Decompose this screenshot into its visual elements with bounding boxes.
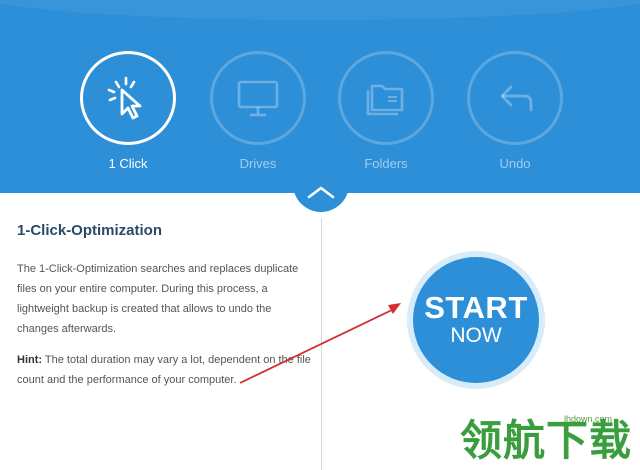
tab-undo[interactable]: Undo <box>465 51 565 171</box>
header-wave-decoration <box>0 0 640 20</box>
tab-circle <box>80 51 176 145</box>
tab-label: 1 Click <box>108 156 148 171</box>
folders-icon <box>366 84 404 116</box>
description-text: The 1-Click-Optimization searches and re… <box>17 263 299 335</box>
start-label: START <box>424 290 528 325</box>
annotation-arrow-head <box>388 303 401 314</box>
tab-circle <box>338 51 434 145</box>
hint-body: The total duration may vary a lot, depen… <box>17 354 311 386</box>
tab-label: Undo <box>499 156 531 171</box>
start-now-button[interactable]: START NOW <box>413 257 539 383</box>
tab-label: Drives <box>239 156 277 171</box>
watermark-logo: 领航下载 <box>460 416 633 465</box>
now-label: NOW <box>450 324 502 347</box>
panel-divider <box>321 218 322 470</box>
tab-circle <box>210 51 306 145</box>
hint-label: Hint: <box>17 354 43 366</box>
tab-circle <box>467 51 563 145</box>
header-bar: 1 Click Drives Folders Undo <box>0 0 640 193</box>
section-title: 1-Click-Optimization <box>17 222 163 239</box>
tab-folders[interactable]: Folders <box>336 51 436 171</box>
undo-arrow-icon <box>500 85 533 112</box>
tab-1-click[interactable]: 1 Click <box>78 51 178 171</box>
hint-text: Hint: The total duration may vary a lot,… <box>17 350 317 390</box>
tab-label: Folders <box>364 156 408 171</box>
monitor-icon <box>237 80 279 117</box>
tab-drives[interactable]: Drives <box>208 51 308 171</box>
cursor-click-icon <box>107 76 142 120</box>
